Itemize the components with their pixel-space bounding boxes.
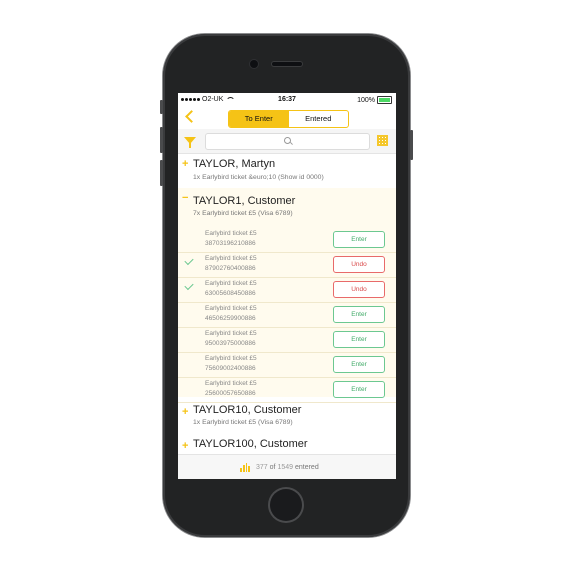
tab-to-enter[interactable]: To Enter [229, 111, 289, 127]
filter-icon[interactable] [184, 137, 196, 148]
enter-button[interactable]: Enter [333, 306, 385, 323]
undo-button[interactable]: Undo [333, 281, 385, 298]
check-icon [184, 255, 194, 266]
ticket-label: Earlybird ticket £5 [205, 255, 257, 262]
search-row [178, 129, 396, 154]
enter-button[interactable]: Enter [333, 381, 385, 398]
list-item[interactable]: + TAYLOR10, Customer 1x Earlybird ticket… [178, 404, 396, 438]
total-count: 1549 [277, 464, 294, 471]
expand-icon[interactable]: + [182, 406, 188, 418]
ticket-row: Earlybird ticket £5 95003975000886 Enter [178, 327, 396, 353]
ticket-code: 95003975000886 [205, 340, 256, 347]
counter-of: of [269, 464, 276, 471]
ticket-row: Earlybird ticket £5 46506259900886 Enter [178, 302, 396, 328]
customer-name: TAYLOR100, Customer [193, 438, 308, 450]
ticket-code: 25600057650886 [205, 390, 256, 397]
undo-button[interactable]: Undo [333, 256, 385, 273]
footer-bar: 377 of 1549 entered [178, 454, 396, 479]
customer-summary: 1x Earlybird ticket &euro;10 (Show id 00… [193, 174, 324, 181]
tab-entered[interactable]: Entered [289, 111, 349, 127]
ticket-label: Earlybird ticket £5 [205, 380, 257, 387]
customer-summary: 1x Earlybird ticket £5 (Visa 6789) [193, 419, 293, 426]
ticket-code: 63005608450886 [205, 290, 256, 297]
entered-count: 377 [256, 464, 268, 471]
search-icon [284, 137, 291, 144]
ticket-label: Earlybird ticket £5 [205, 355, 257, 362]
list-item[interactable]: + TAYLOR, Martyn 1x Earlybird ticket &eu… [178, 154, 396, 188]
segmented-control: To Enter Entered [228, 110, 349, 128]
customer-summary: 7x Earlybird ticket £5 (Visa 6789) [193, 210, 293, 217]
counter-suffix: entered [294, 464, 319, 471]
ticket-label: Earlybird ticket £5 [205, 330, 257, 337]
ticket-row: Earlybird ticket £5 38703196210886 Enter [178, 227, 396, 253]
mute-switch [160, 100, 163, 114]
attendee-list: + TAYLOR, Martyn 1x Earlybird ticket &eu… [178, 154, 396, 454]
enter-button[interactable]: Enter [333, 231, 385, 248]
battery-icon [377, 96, 392, 104]
qr-scan-icon[interactable] [377, 135, 388, 146]
ticket-code: 87902760400886 [205, 265, 256, 272]
ticket-code: 46506259900886 [205, 315, 256, 322]
list-item[interactable]: − TAYLOR1, Customer 7x Earlybird ticket … [178, 192, 396, 226]
status-right: 100% [357, 96, 392, 104]
entered-counter: 377 of 1549 entered [256, 464, 319, 471]
ticket-label: Earlybird ticket £5 [205, 230, 257, 237]
ticket-label: Earlybird ticket £5 [205, 305, 257, 312]
check-icon [184, 280, 194, 291]
power-button [410, 130, 413, 160]
collapse-icon[interactable]: − [182, 192, 188, 204]
customer-name: TAYLOR1, Customer [193, 195, 296, 207]
volume-up-button [160, 127, 163, 153]
app-screen: O2-UK 16:37 100% To Enter Entered + TAYL… [178, 93, 396, 479]
earpiece-speaker [272, 62, 302, 66]
search-input[interactable] [205, 133, 370, 150]
front-camera [250, 60, 258, 68]
back-chevron-icon[interactable] [185, 110, 198, 123]
ticket-row: Earlybird ticket £5 87902760400886 Undo [178, 252, 396, 278]
expand-icon[interactable]: + [182, 158, 188, 170]
ticket-row: Earlybird ticket £5 25600057650886 Enter [178, 377, 396, 403]
customer-name: TAYLOR, Martyn [193, 158, 276, 170]
ticket-code: 38703196210886 [205, 240, 256, 247]
ticket-row: Earlybird ticket £5 63005608450886 Undo [178, 277, 396, 303]
nav-bar: To Enter Entered [178, 107, 396, 129]
ticket-code: 75609002400886 [205, 365, 256, 372]
ticket-label: Earlybird ticket £5 [205, 280, 257, 287]
volume-down-button [160, 160, 163, 186]
home-button[interactable] [270, 489, 302, 521]
customer-name: TAYLOR10, Customer [193, 404, 302, 416]
expand-icon[interactable]: + [182, 440, 188, 452]
enter-button[interactable]: Enter [333, 356, 385, 373]
ticket-row: Earlybird ticket £5 75609002400886 Enter [178, 352, 396, 378]
status-bar: O2-UK 16:37 100% [178, 93, 396, 107]
enter-button[interactable]: Enter [333, 331, 385, 348]
battery-percent: 100% [357, 96, 375, 104]
bar-chart-icon [240, 463, 250, 472]
